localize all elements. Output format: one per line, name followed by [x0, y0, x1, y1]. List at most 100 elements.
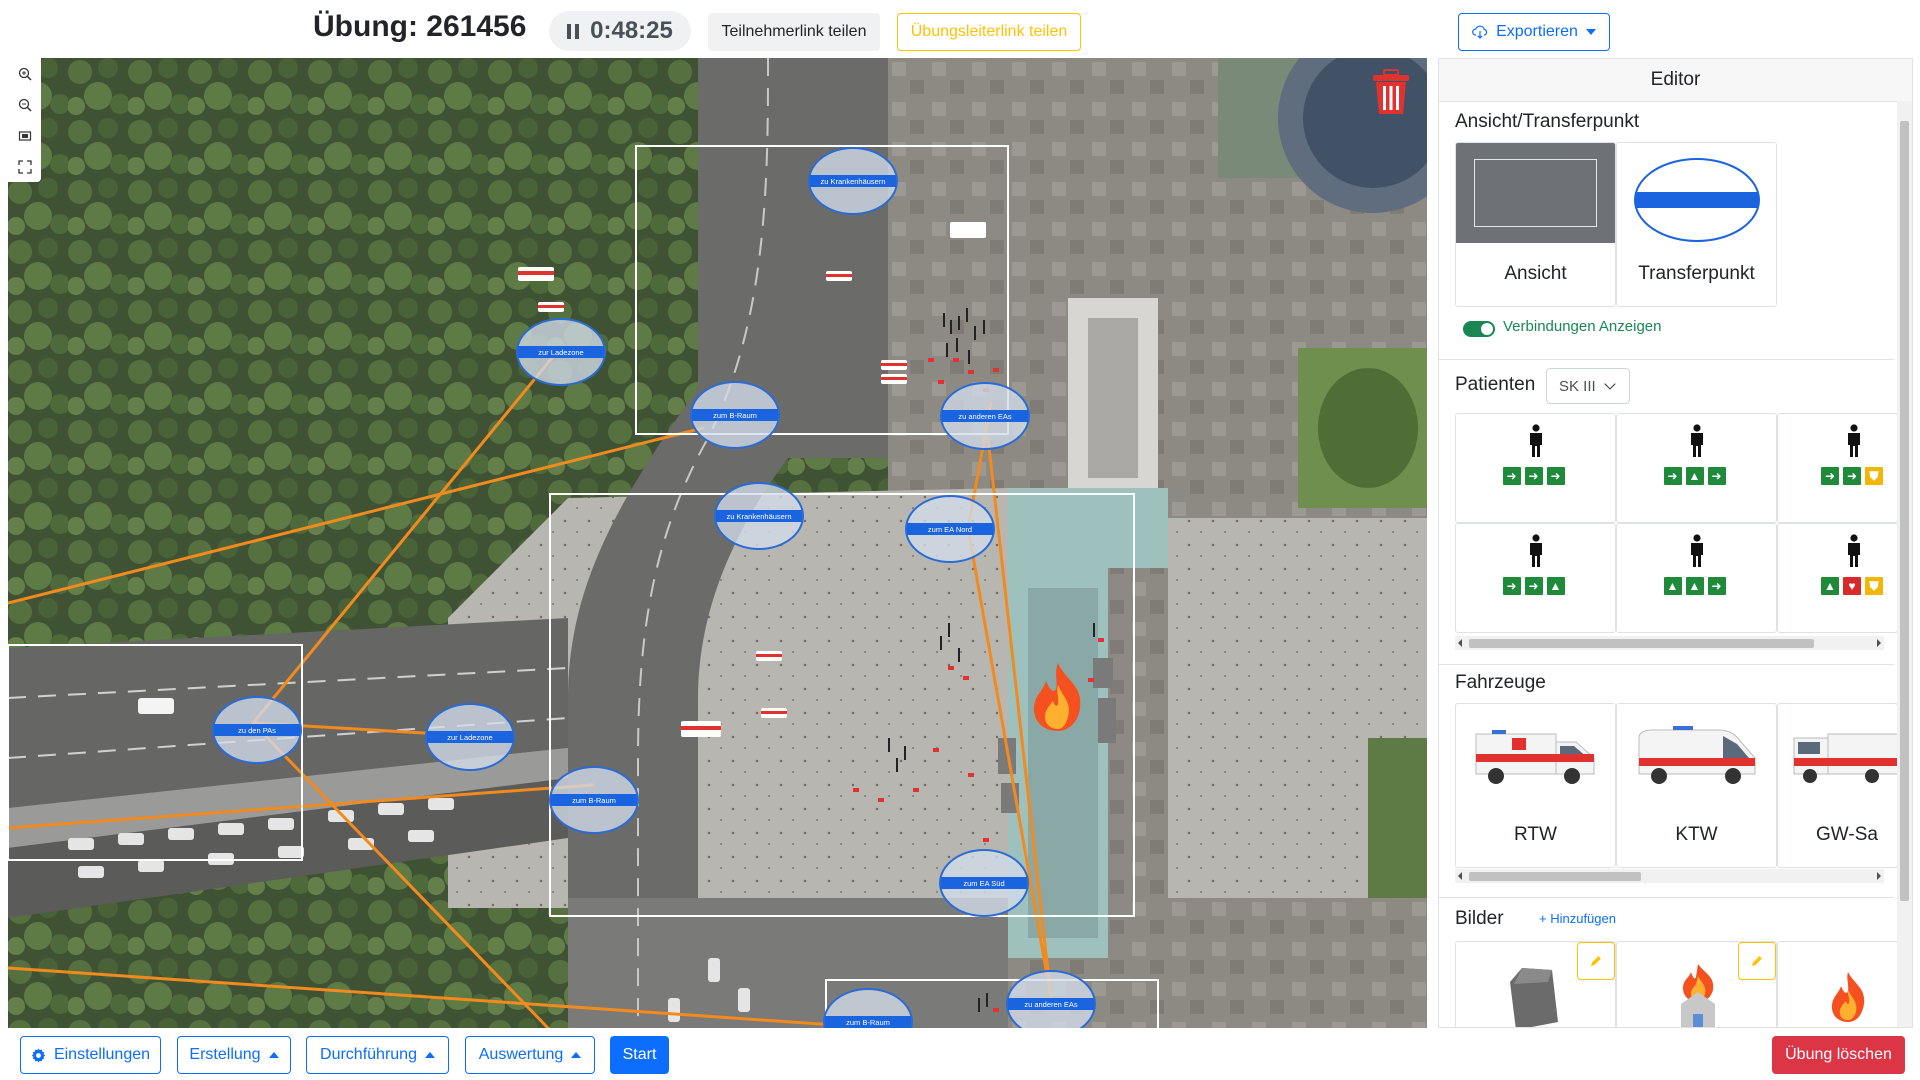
creation-dropup-button[interactable]: Erstellung — [177, 1036, 291, 1074]
divider — [1439, 359, 1894, 360]
map-zoom-controls — [8, 58, 41, 182]
transfer-point[interactable]: zum B-Raum — [549, 766, 639, 834]
caret-up-icon — [268, 1052, 279, 1058]
patient-status-icons: ▲ ♥ ⛊ — [1821, 577, 1883, 595]
warning-icon: ▲ — [1821, 577, 1839, 595]
patient-category-value: SK III — [1559, 377, 1596, 395]
vehicle-card-ktw[interactable]: KTW — [1616, 703, 1777, 868]
editor-vertical-scrollbar[interactable] — [1897, 101, 1912, 1027]
execution-dropup-button[interactable]: Durchführung — [306, 1036, 449, 1074]
creation-label: Erstellung — [189, 1046, 261, 1063]
evaluation-dropup-button[interactable]: Auswertung — [465, 1036, 595, 1074]
vehicle-card-gw-sa[interactable]: GW-Sa — [1777, 703, 1898, 868]
transfer-point[interactable]: zur Ladezone — [516, 318, 606, 386]
connections-toggle[interactable] — [1463, 321, 1495, 337]
pause-icon — [567, 23, 580, 39]
warning-icon: ▲ — [1685, 467, 1704, 485]
vehicles-horizontal-scrollbar[interactable] — [1455, 869, 1884, 883]
arrow-icon: ➜ — [1502, 467, 1521, 485]
transfer-point[interactable]: zum EA Nord — [905, 495, 995, 563]
patient-template-card[interactable]: ➜ ➜ ▲ — [1455, 523, 1616, 633]
zoom-out-icon[interactable] — [8, 89, 41, 120]
export-dropdown-button[interactable]: Exportieren — [1458, 13, 1610, 51]
share-leader-link-button[interactable]: Übungsleiterlink teilen — [897, 13, 1081, 51]
caret-down-icon — [1585, 29, 1596, 35]
ambulance-ktw-icon — [1638, 726, 1756, 784]
patient-person-icon — [1529, 534, 1542, 567]
gear-icon — [31, 1047, 46, 1063]
add-image-link[interactable]: + Hinzufügen — [1539, 911, 1616, 926]
arrow-icon: ➜ — [1843, 467, 1861, 485]
patient-status-icons: ➜ ➜ ▲ — [1502, 577, 1565, 595]
patient-template-card[interactable]: ▲ ▲ ➜ — [1616, 523, 1777, 633]
editor-title: Editor — [1439, 59, 1912, 102]
transfer-point[interactable]: zu anderen EAs — [940, 382, 1030, 450]
patient-template-card[interactable]: ➜ ➜ ➜ — [1455, 413, 1616, 523]
patients-horizontal-scrollbar[interactable] — [1455, 636, 1884, 650]
execution-label: Durchführung — [320, 1046, 417, 1063]
transfer-point[interactable]: zu Krankenhäusern — [714, 482, 804, 550]
transfer-point-label: zur Ladezone — [427, 731, 513, 743]
editor-panel: Editor Ansicht/Transferpunkt Ansicht Tra… — [1438, 58, 1913, 1028]
vehicle-card-rtw[interactable]: RTW — [1455, 703, 1616, 868]
transfer-point[interactable]: zu den PAs — [212, 696, 302, 764]
patient-status-icons: ➜ ➜ ➜ — [1502, 467, 1565, 485]
patient-status-icons: ➜ ▲ ➜ — [1663, 467, 1726, 485]
transfer-point-label: zu Krankenhäusern — [716, 510, 802, 522]
vehicle-label: RTW — [1514, 824, 1557, 845]
settings-button[interactable]: Einstellungen — [20, 1036, 161, 1074]
image-card[interactable] — [1455, 941, 1616, 1027]
transfer-point-label: zu anderen EAs — [1008, 998, 1094, 1010]
arrow-icon: ➜ — [1502, 577, 1521, 595]
settings-label: Einstellungen — [53, 1046, 151, 1063]
patient-status-icons: ➜ ➜ ⛊ — [1821, 467, 1883, 485]
arrow-icon: ➜ — [1524, 577, 1543, 595]
arrow-icon: ➜ — [1546, 467, 1565, 485]
fullscreen-icon[interactable] — [8, 151, 41, 182]
shield-icon: ⛊ — [1865, 467, 1883, 485]
transfer-point-label: zum B-Raum — [692, 409, 778, 421]
ambulance-rtw-icon — [1475, 730, 1595, 784]
transfer-point[interactable]: zum B-Raum — [690, 381, 780, 449]
trash-icon[interactable] — [1370, 68, 1412, 116]
vehicles-section-title: Fahrzeuge — [1455, 672, 1546, 693]
zoom-in-icon[interactable] — [8, 58, 41, 89]
start-button[interactable]: Start — [610, 1036, 669, 1074]
patient-template-card[interactable]: ▲ ♥ ⛊ — [1777, 523, 1898, 633]
patient-status-icons: ▲ ▲ ➜ — [1663, 577, 1726, 595]
fire-icon — [1831, 972, 1865, 1022]
image-card[interactable] — [1777, 941, 1898, 1027]
evaluation-label: Auswertung — [478, 1046, 564, 1063]
arrow-icon: ➜ — [1663, 467, 1682, 485]
divider — [1439, 897, 1894, 898]
patient-template-card[interactable]: ➜ ▲ ➜ — [1616, 413, 1777, 523]
transfer-point-label: zu anderen EAs — [942, 410, 1028, 422]
patient-person-icon — [1690, 534, 1703, 567]
exercise-title: Übung: 261456 — [313, 10, 527, 43]
edit-image-button[interactable] — [1738, 942, 1776, 980]
pencil-icon — [1752, 956, 1762, 966]
transfer-point-label: zum EA Süd — [941, 877, 1027, 889]
transfer-point[interactable]: zur Ladezone — [425, 703, 515, 771]
edit-image-button[interactable] — [1577, 942, 1615, 980]
transfer-point-label: zur Ladezone — [518, 346, 604, 358]
patient-template-card[interactable]: ➜ ➜ ⛊ — [1777, 413, 1898, 523]
exercise-timer[interactable]: 0:48:25 — [549, 11, 691, 51]
image-card[interactable] — [1616, 941, 1777, 1027]
patient-category-select[interactable]: SK III — [1546, 368, 1630, 404]
heart-icon: ♥ — [1843, 577, 1861, 595]
map-canvas[interactable]: zu Krankenhäusern zur Ladezone zum B-Rau… — [8, 58, 1427, 1028]
delete-exercise-button[interactable]: Übung löschen — [1772, 1036, 1905, 1074]
fit-view-icon[interactable] — [8, 120, 41, 151]
patient-person-icon — [1848, 534, 1860, 567]
transfer-point[interactable]: zum EA Süd — [939, 849, 1029, 917]
burning-house-icon — [1681, 964, 1715, 1027]
share-participant-link-button[interactable]: Teilnehmerlink teilen — [708, 13, 880, 51]
transfer-point[interactable]: zu Krankenhäusern — [808, 147, 898, 215]
view-section-title: Ansicht/Transferpunkt — [1455, 111, 1640, 132]
transfer-point-label: zum EA Nord — [907, 523, 993, 535]
transfer-point-label: zu den PAs — [214, 724, 300, 736]
view-template-card[interactable]: Ansicht — [1455, 142, 1616, 307]
transfer-point-template-card[interactable]: Transferpunkt — [1616, 142, 1777, 307]
patients-section-title: Patienten — [1455, 374, 1536, 395]
